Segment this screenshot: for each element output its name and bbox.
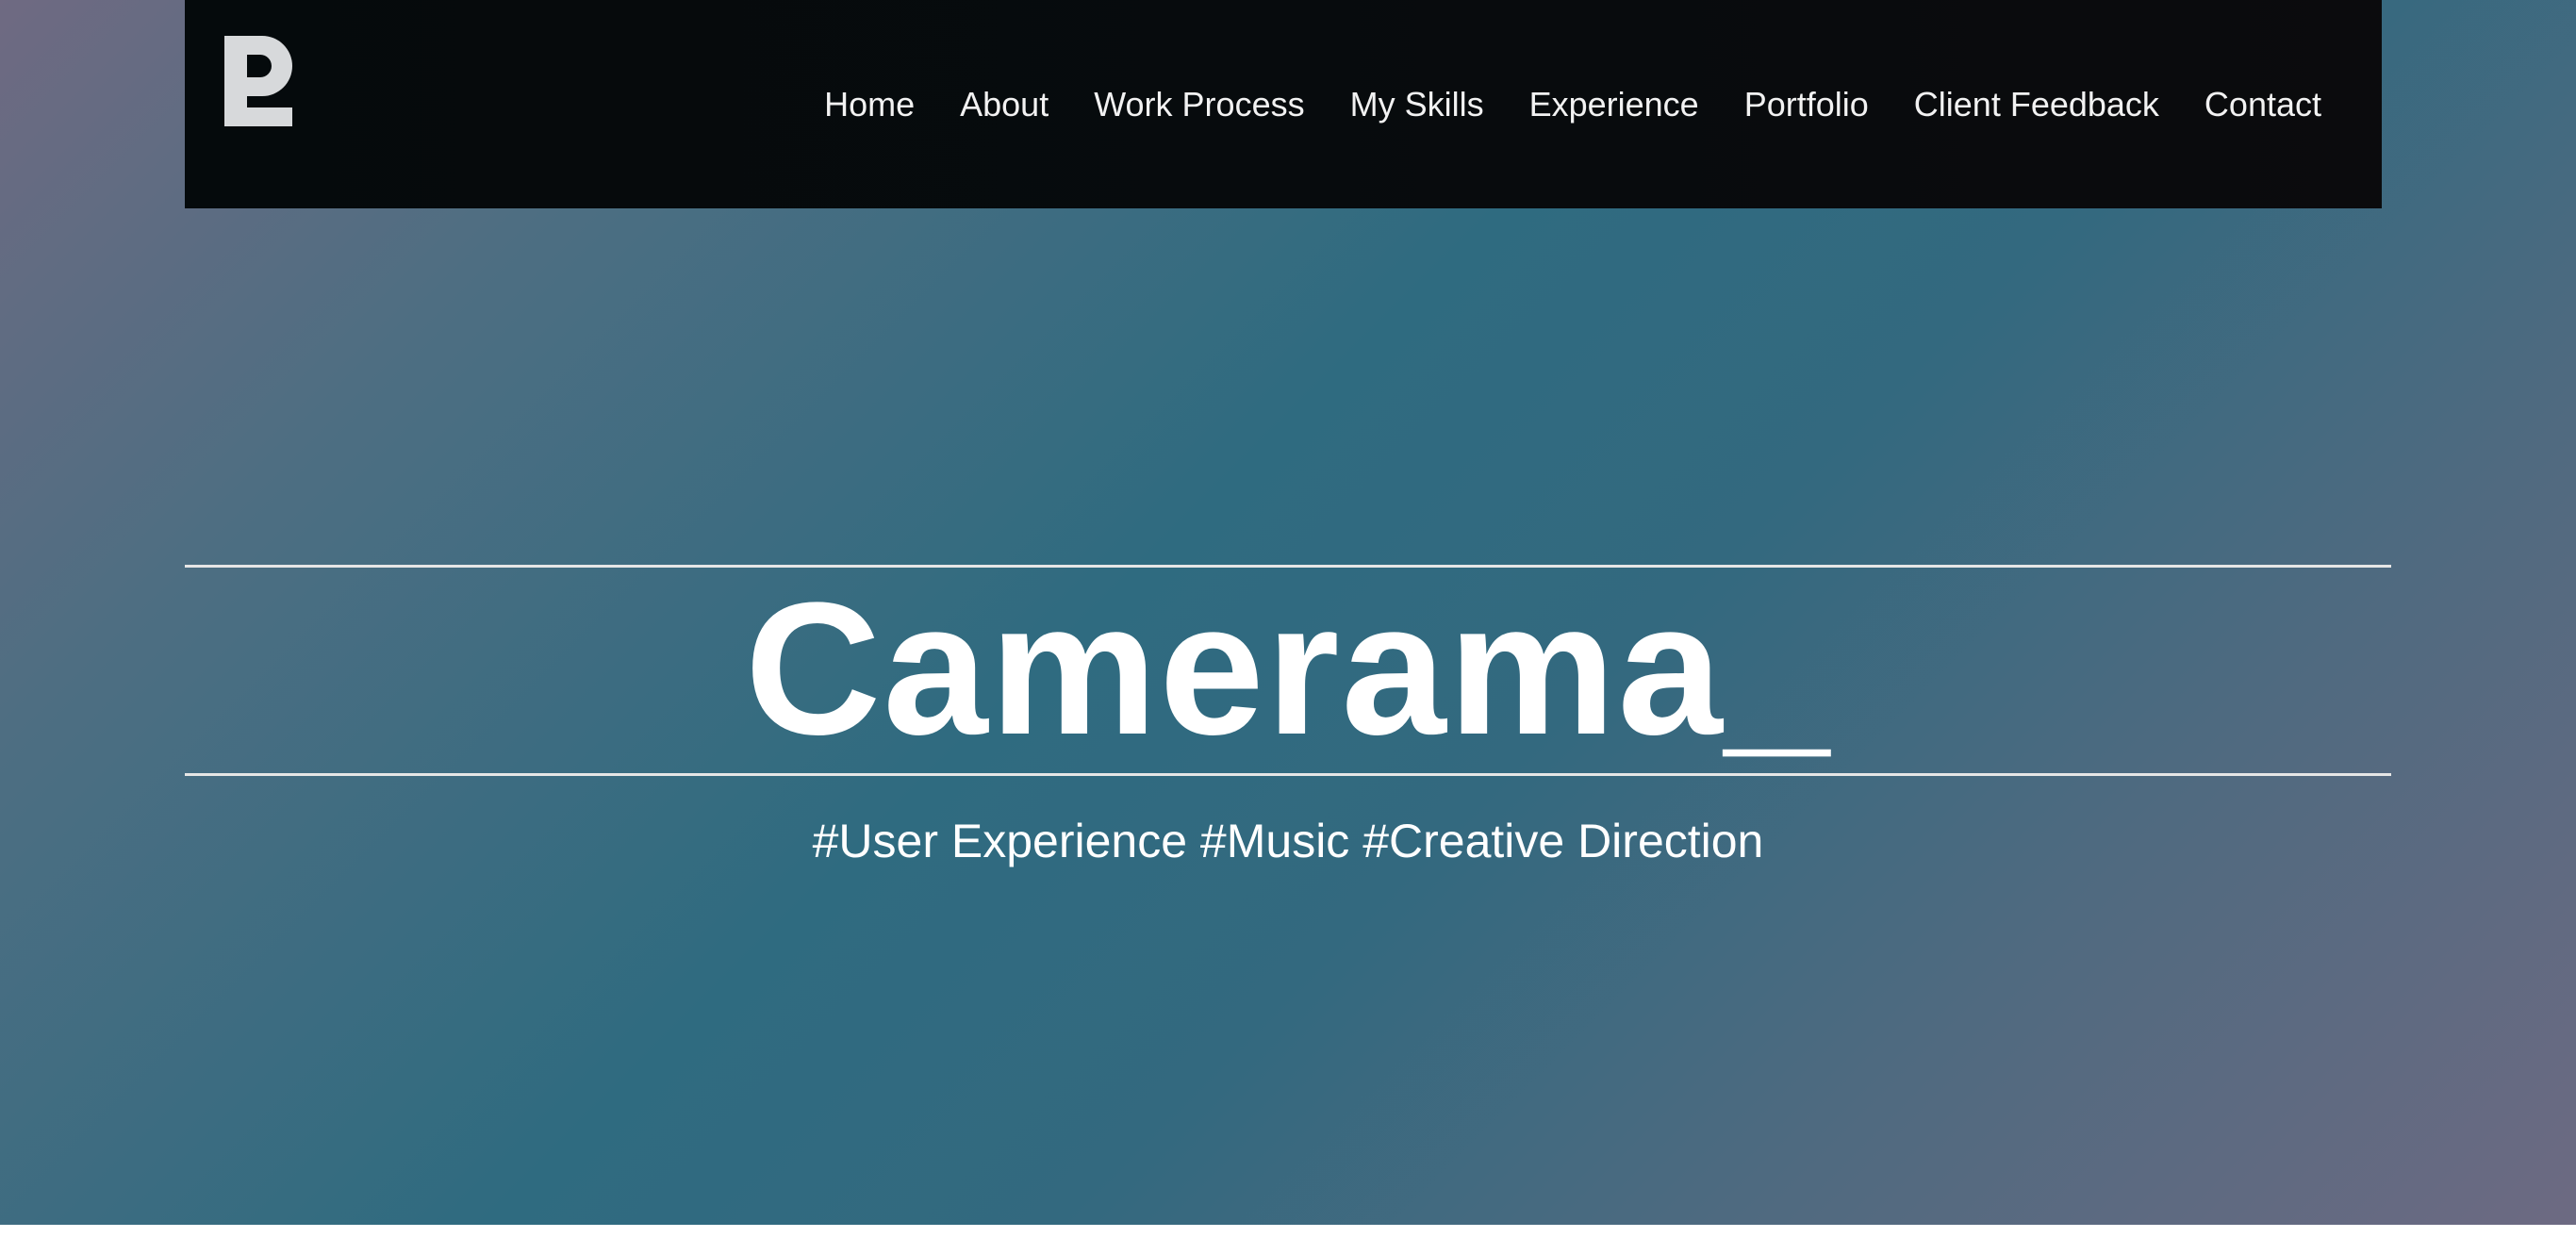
nav-item-about[interactable]: About: [960, 79, 1049, 130]
title-divider-bottom: [185, 773, 2391, 776]
typing-cursor: _: [1724, 564, 1832, 774]
nav-item-experience[interactable]: Experience: [1529, 79, 1699, 130]
nav-item-client-feedback[interactable]: Client Feedback: [1914, 79, 2159, 130]
hero-section: Home About Work Process My Skills Experi…: [0, 0, 2576, 1225]
hero-tagline: #User Experience #Music #Creative Direct…: [812, 815, 1764, 867]
hero-title: Camerama_: [0, 564, 2576, 775]
hero-title-text: Camerama: [744, 564, 1725, 774]
nav-item-home[interactable]: Home: [824, 79, 915, 130]
top-navbar: Home About Work Process My Skills Experi…: [185, 0, 2382, 208]
nav-item-work-process[interactable]: Work Process: [1094, 79, 1304, 130]
p-logo-icon[interactable]: [224, 36, 292, 126]
nav-item-contact[interactable]: Contact: [2204, 79, 2321, 130]
nav-item-my-skills[interactable]: My Skills: [1350, 79, 1484, 130]
main-navigation: Home About Work Process My Skills Experi…: [824, 79, 2321, 130]
nav-item-portfolio[interactable]: Portfolio: [1744, 79, 1869, 130]
